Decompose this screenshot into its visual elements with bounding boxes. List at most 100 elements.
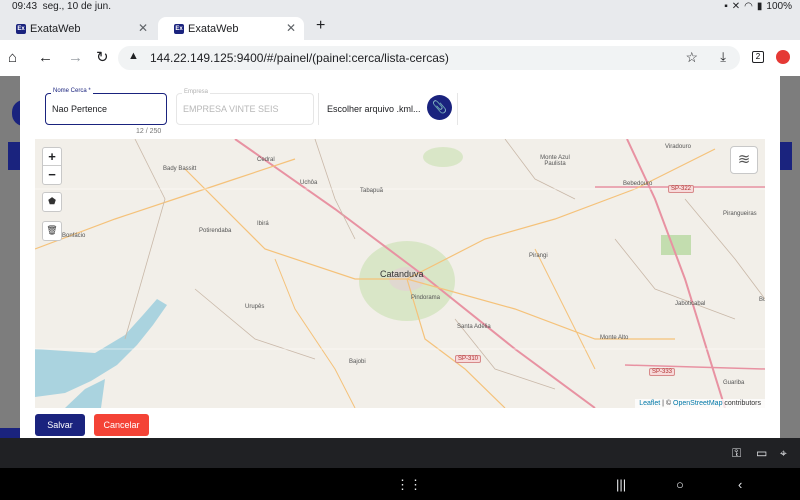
zoom-out-button[interactable]: − (43, 166, 61, 184)
minor-road (504, 139, 576, 200)
place-label: Cedral (257, 157, 275, 163)
battery-icon: ▮ (756, 1, 763, 12)
place-label: Monte Alto (600, 335, 629, 341)
zoom-control: + − (42, 147, 62, 185)
key-icon[interactable]: ⚿ (732, 446, 741, 461)
layers-icon: ≋ (737, 151, 751, 168)
tab-exataweb-2[interactable]: Ex ExataWeb ✕ (158, 17, 304, 40)
highway-road (624, 364, 765, 370)
zoom-in-button[interactable]: + (43, 148, 61, 166)
minor-road (194, 288, 316, 360)
layers-button[interactable]: ≋ (730, 146, 758, 174)
place-label: Pirangueiras (723, 211, 757, 217)
address-bar[interactable]: ▲ 144.22.149.125:9400/#/painel/(painel:c… (118, 46, 740, 70)
place-label: Bady Bassitt (163, 166, 197, 172)
place-label: Jaboticabal (675, 301, 706, 307)
status-time: 09:43 seg., 10 de jun. (12, 1, 111, 12)
extension-icon[interactable] (776, 50, 790, 64)
wifi-icon: ◠ (744, 1, 753, 12)
place-label: Bu (759, 297, 765, 303)
home-nav-icon[interactable]: ○ (676, 477, 684, 492)
place-label: Tabapuã (360, 188, 384, 194)
status-bar: 09:43 seg., 10 de jun. ▪ ✕ ◠ ▮ 100% (0, 0, 800, 15)
tab-strip: Ex ExataWeb ✕ Ex ExataWeb ✕ (0, 15, 800, 40)
place-label: Ibirá (257, 221, 269, 227)
attach-file-button[interactable]: 📎 (427, 95, 452, 120)
fence-name-counter: 12 / 250 (136, 128, 162, 135)
fence-name-input[interactable]: Nao Pertence (52, 104, 107, 114)
place-label: Pindorama (411, 295, 441, 301)
green-area (423, 147, 463, 167)
trash-icon: 🗑 (46, 225, 58, 235)
tab-exataweb-1[interactable]: Ex ExataWeb ✕ (0, 17, 156, 40)
forward-icon[interactable]: → (68, 49, 83, 67)
kml-file-text[interactable]: Escolher arquivo .kml... (327, 104, 421, 114)
map-view[interactable]: Cedral Bady Bassitt Uchôa Tabapuã Monte … (35, 139, 765, 408)
url-text[interactable]: 144.22.149.125:9400/#/painel/(painel:cer… (150, 51, 449, 65)
place-label: Bebedouro (623, 181, 653, 187)
system-nav-bar: ⋮⋮ ||| ○ ‹ (0, 468, 800, 500)
browser-toolbar: ⌂ ← → ↻ ▲ 144.22.149.125:9400/#/painel/(… (0, 40, 800, 76)
fence-name-label: Nome Cerca * (51, 88, 93, 94)
attribution-suffix: contributors (722, 400, 761, 407)
map-attribution: Leaflet | © OpenStreetMap contributors (635, 399, 765, 408)
cancel-button[interactable]: Cancelar (94, 414, 149, 436)
place-label: Monte Azul Paulista (540, 155, 570, 167)
battery-text: 100% (766, 1, 792, 12)
tab-title: ExataWeb (30, 22, 81, 35)
new-tab-icon[interactable]: + (316, 17, 325, 35)
time-text: 09:43 (12, 1, 38, 12)
attribution-sep: | © (660, 400, 674, 407)
backdrop-bar-right (780, 142, 792, 170)
back-icon[interactable]: ← (38, 49, 53, 67)
place-label: Potirendaba (199, 228, 232, 234)
place-label: Bajobi (349, 359, 366, 365)
home-icon[interactable]: ⌂ (8, 49, 17, 67)
close-icon[interactable]: ✕ (138, 21, 148, 35)
app-drawer-icon[interactable]: ⋮⋮ (396, 477, 422, 493)
date-text: seg., 10 de jun. (42, 1, 111, 12)
notification-icon: ▪ (724, 1, 728, 12)
polygon-icon: ⬟ (48, 196, 56, 206)
draw-polygon-button[interactable]: ⬟ (42, 192, 62, 212)
place-label: Urupês (245, 304, 265, 310)
road-shield: SP-310 (455, 355, 482, 363)
place-label: Pirangi (529, 253, 548, 259)
fence-dialog: Nome Cerca * Nao Pertence 12 / 250 Empre… (20, 76, 780, 440)
secondary-road (406, 148, 716, 280)
close-icon[interactable]: ✕ (286, 21, 296, 35)
exata-favicon-icon: Ex (16, 23, 26, 34)
empresa-value: EMPRESA VINTE SEIS (183, 104, 279, 114)
card-icon[interactable]: ▭ (756, 446, 767, 460)
recents-icon[interactable]: ||| (616, 477, 626, 492)
place-label: Uchôa (300, 180, 318, 186)
forest-area (661, 235, 691, 255)
paperclip-icon: 📎 (432, 100, 447, 114)
road-shield: SP-322 (668, 185, 695, 193)
bookmark-star-icon[interactable]: ☆ (685, 49, 698, 66)
exata-favicon-icon: Ex (174, 23, 184, 34)
location-icon[interactable]: ⌖ (780, 446, 787, 461)
leaflet-link[interactable]: Leaflet (639, 400, 660, 407)
secondary-road (534, 248, 596, 370)
tab-switcher-button[interactable]: 2 (752, 51, 764, 63)
status-icons: ▪ ✕ ◠ ▮ 100% (724, 1, 792, 12)
tab-title: ExataWeb (188, 22, 239, 35)
secondary-road (274, 258, 356, 408)
empresa-label: Empresa (182, 89, 211, 95)
browser-bottom-bar: ⚿ ▭ ⌖ (0, 438, 800, 468)
save-button[interactable]: Salvar (35, 414, 85, 436)
backdrop-strip (0, 428, 20, 438)
reload-icon[interactable]: ↻ (96, 49, 109, 67)
city-label: Catanduva (380, 269, 424, 279)
osm-link[interactable]: OpenStreetMap (673, 400, 722, 407)
place-label: Guariba (723, 380, 745, 386)
mute-icon: ✕ (731, 1, 741, 12)
back-nav-icon[interactable]: ‹ (738, 477, 742, 492)
not-secure-icon[interactable]: ▲ (128, 50, 139, 62)
download-icon[interactable]: ⤓ (720, 49, 726, 65)
fence-name-field[interactable]: Nome Cerca * Nao Pertence (45, 88, 167, 125)
delete-shape-button[interactable]: 🗑 (42, 221, 62, 241)
place-label: Viradouro (665, 144, 691, 150)
place-label: Santa Adélia (457, 324, 491, 330)
